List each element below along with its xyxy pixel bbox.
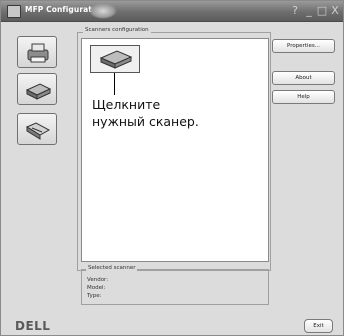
ports-button[interactable] — [17, 113, 57, 145]
callout-line — [114, 73, 115, 95]
vendor-label: Vendor: — [87, 277, 109, 283]
selected-scanner-label: Selected scanner — [86, 265, 138, 271]
scanners-button[interactable] — [17, 73, 57, 105]
port-icon — [25, 122, 51, 140]
mfp-configurator-window: MFP Configurator ? _ □ X Scanners config… — [0, 0, 344, 336]
callout-text: Щелкните нужный сканер. — [92, 96, 199, 130]
scanner-icon — [99, 50, 133, 69]
scanner-list-item[interactable] — [90, 45, 140, 73]
model-label: Model: — [87, 285, 106, 291]
callout-line-1: Щелкните — [92, 97, 161, 112]
help-icon[interactable]: ? — [289, 4, 301, 17]
exit-button[interactable]: Exit — [304, 319, 333, 333]
maximize-icon[interactable]: □ — [316, 4, 328, 17]
callout-line-2: нужный сканер. — [92, 114, 199, 129]
scanners-group-label: Scanners configuration — [83, 27, 151, 33]
app-icon — [7, 5, 21, 18]
scanner-icon — [25, 83, 52, 100]
type-label: Type: — [87, 293, 102, 299]
dell-logo: DELL — [15, 319, 51, 333]
title-decoration — [89, 3, 117, 19]
help-button[interactable]: Help — [272, 90, 335, 104]
properties-button[interactable]: Properties... — [272, 39, 335, 53]
title-bar: MFP Configurator ? _ □ X — [1, 1, 343, 22]
minimize-icon[interactable]: _ — [303, 4, 315, 17]
selected-scanner-group — [81, 269, 269, 305]
close-icon[interactable]: X — [329, 4, 341, 17]
printers-button[interactable] — [17, 36, 57, 68]
about-button[interactable]: About — [272, 71, 335, 85]
printer-icon — [27, 43, 49, 63]
